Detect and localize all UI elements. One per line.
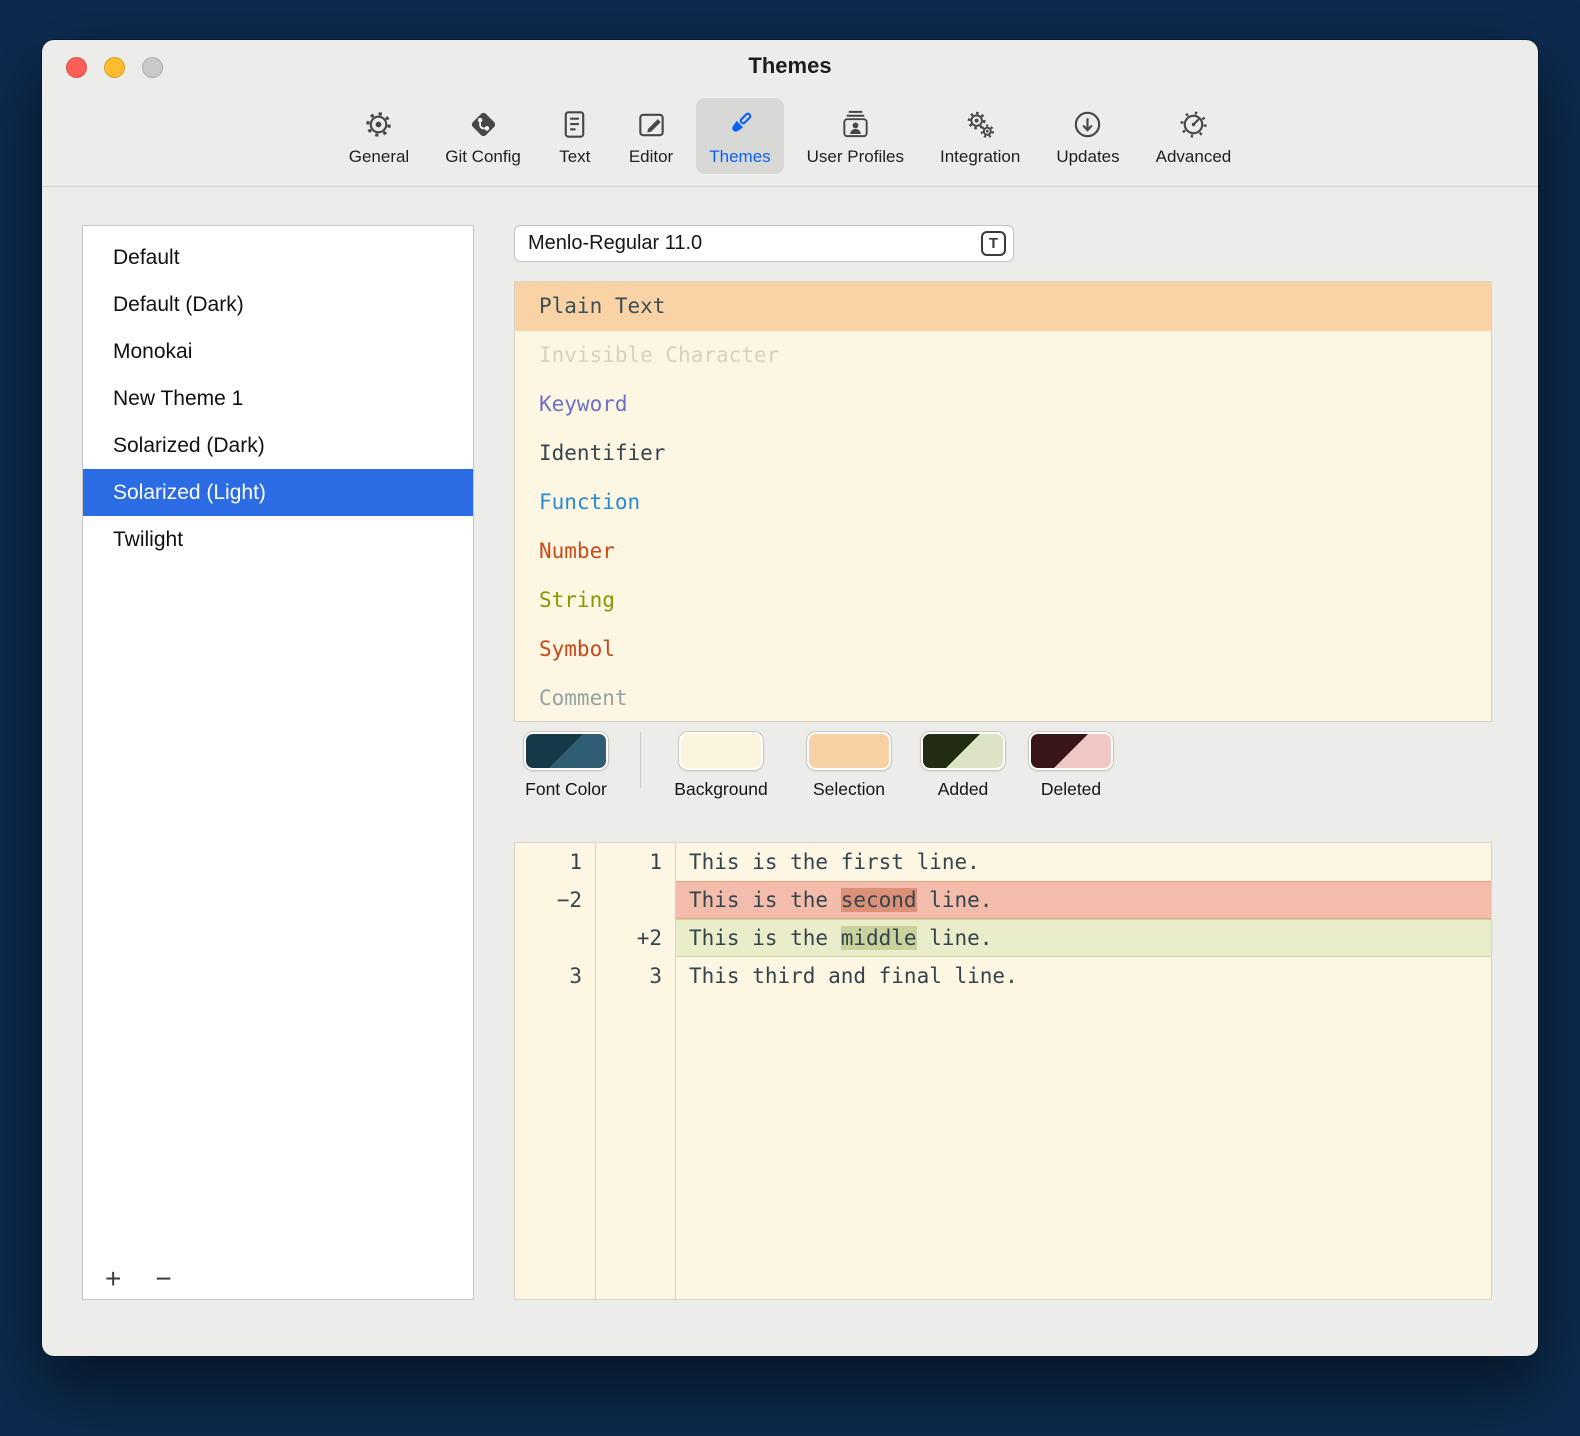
tab-advanced[interactable]: Advanced — [1143, 98, 1245, 174]
swatch-group-selection: Selection — [799, 732, 899, 800]
paintbrush-icon — [723, 107, 757, 141]
swatch-divider — [640, 732, 641, 788]
diff-line-deleted: −2 This is the second line. — [515, 881, 1491, 919]
tab-integration[interactable]: Integration — [927, 98, 1033, 174]
list-actions: + − — [105, 1265, 172, 1293]
tab-user-profiles[interactable]: User Profiles — [794, 98, 917, 174]
theme-item-solarized-light[interactable]: Solarized (Light) — [83, 469, 473, 516]
tab-updates[interactable]: Updates — [1043, 98, 1132, 174]
swatch-label: Font Color — [525, 779, 607, 800]
diff-line-text: This third and final line. — [675, 957, 1491, 995]
font-value: Menlo-Regular 11.0 — [528, 232, 702, 255]
old-line-number — [515, 919, 595, 957]
new-line-number: 3 — [595, 957, 675, 995]
old-line-number: 3 — [515, 957, 595, 995]
gutter-divider — [675, 843, 676, 1299]
minimize-button[interactable] — [104, 57, 125, 78]
user-card-icon — [838, 107, 872, 141]
added-swatch[interactable] — [921, 732, 1005, 770]
style-row-comment[interactable]: Comment — [515, 674, 1491, 722]
swatch-label: Added — [938, 779, 989, 800]
diff-line-normal: 1 1 This is the first line. — [515, 843, 1491, 881]
diff-line-text: This is the first line. — [675, 843, 1491, 881]
window-title: Themes — [748, 53, 831, 79]
style-row-invisible-character[interactable]: Invisible Character — [515, 331, 1491, 380]
tab-general[interactable]: General — [336, 98, 422, 174]
old-line-number: 1 — [515, 843, 595, 881]
diff-line-added: +2 This is the middle line. — [515, 919, 1491, 957]
edit-pencil-icon — [634, 107, 668, 141]
diff-line-normal: 3 3 This third and final line. — [515, 957, 1491, 995]
style-row-plain-text[interactable]: Plain Text — [515, 282, 1491, 331]
new-line-number: 1 — [595, 843, 675, 881]
color-swatches: Font Color Background Selection Added — [514, 732, 1492, 800]
tab-text[interactable]: Text — [544, 98, 606, 174]
style-row-function[interactable]: Function — [515, 478, 1491, 527]
tab-label: Themes — [709, 147, 770, 167]
tab-label: Editor — [629, 147, 673, 167]
download-circle-icon — [1071, 107, 1105, 141]
deleted-word-highlight: second — [841, 888, 917, 912]
themes-pane: Default Default (Dark) Monokai New Theme… — [42, 187, 1538, 1356]
tab-label: Git Config — [445, 147, 521, 167]
tab-label: User Profiles — [807, 147, 904, 167]
theme-item-monokai[interactable]: Monokai — [83, 328, 473, 375]
remove-theme-button[interactable]: − — [155, 1265, 171, 1293]
swatch-group-background: Background — [663, 732, 779, 800]
selection-swatch[interactable] — [807, 732, 891, 770]
tab-label: Integration — [940, 147, 1020, 167]
tab-label: Advanced — [1156, 147, 1232, 167]
font-picker-button[interactable]: T — [981, 231, 1006, 256]
swatch-group-font-color: Font Color — [514, 732, 618, 800]
background-swatch[interactable] — [679, 732, 763, 770]
tab-editor[interactable]: Editor — [616, 98, 686, 174]
theme-item-default-dark[interactable]: Default (Dark) — [83, 281, 473, 328]
font-color-swatch[interactable] — [524, 732, 608, 770]
diff-line-text: This is the middle line. — [675, 919, 1491, 957]
new-line-number — [595, 881, 675, 919]
zoom-button[interactable] — [142, 57, 163, 78]
tab-themes[interactable]: Themes — [696, 98, 783, 174]
close-button[interactable] — [66, 57, 87, 78]
traffic-lights — [66, 57, 163, 78]
font-field[interactable]: Menlo-Regular 11.0 T — [514, 225, 1014, 262]
style-row-identifier[interactable]: Identifier — [515, 429, 1491, 478]
old-line-number: −2 — [515, 881, 595, 919]
new-line-number: +2 — [595, 919, 675, 957]
tab-label: General — [349, 147, 409, 167]
preferences-toolbar: General Git Config — [42, 92, 1538, 187]
theme-list: Default Default (Dark) Monokai New Theme… — [82, 225, 474, 1300]
tab-git-config[interactable]: Git Config — [432, 98, 534, 174]
theme-editor: Menlo-Regular 11.0 T Plain Text Invisibl… — [514, 225, 1492, 1300]
theme-item-solarized-dark[interactable]: Solarized (Dark) — [83, 422, 473, 469]
style-row-symbol[interactable]: Symbol — [515, 625, 1491, 674]
diff-line-text: This is the second line. — [675, 881, 1491, 919]
titlebar: Themes — [42, 40, 1538, 92]
diff-preview: 1 1 This is the first line. −2 This is t… — [514, 842, 1492, 1300]
advanced-dial-icon — [1176, 107, 1210, 141]
preferences-window: Themes General Git C — [42, 40, 1538, 1356]
add-theme-button[interactable]: + — [105, 1265, 121, 1293]
gutter-divider — [595, 843, 596, 1299]
theme-item-twilight[interactable]: Twilight — [83, 516, 473, 563]
swatch-label: Background — [674, 779, 767, 800]
text-document-icon — [558, 107, 592, 141]
git-icon — [466, 107, 500, 141]
swatch-group-deleted: Deleted — [1025, 732, 1117, 800]
deleted-swatch[interactable] — [1029, 732, 1113, 770]
style-preview: Plain Text Invisible Character Keyword I… — [514, 281, 1492, 722]
style-row-number[interactable]: Number — [515, 527, 1491, 576]
tab-label: Updates — [1056, 147, 1119, 167]
gears-icon — [963, 107, 997, 141]
theme-item-new-theme-1[interactable]: New Theme 1 — [83, 375, 473, 422]
added-word-highlight: middle — [841, 926, 917, 950]
gear-icon — [362, 107, 396, 141]
theme-item-default[interactable]: Default — [83, 234, 473, 281]
style-row-keyword[interactable]: Keyword — [515, 380, 1491, 429]
swatch-label: Selection — [813, 779, 885, 800]
swatch-group-added: Added — [919, 732, 1007, 800]
style-row-string[interactable]: String — [515, 576, 1491, 625]
swatch-label: Deleted — [1041, 779, 1101, 800]
tab-label: Text — [559, 147, 590, 167]
